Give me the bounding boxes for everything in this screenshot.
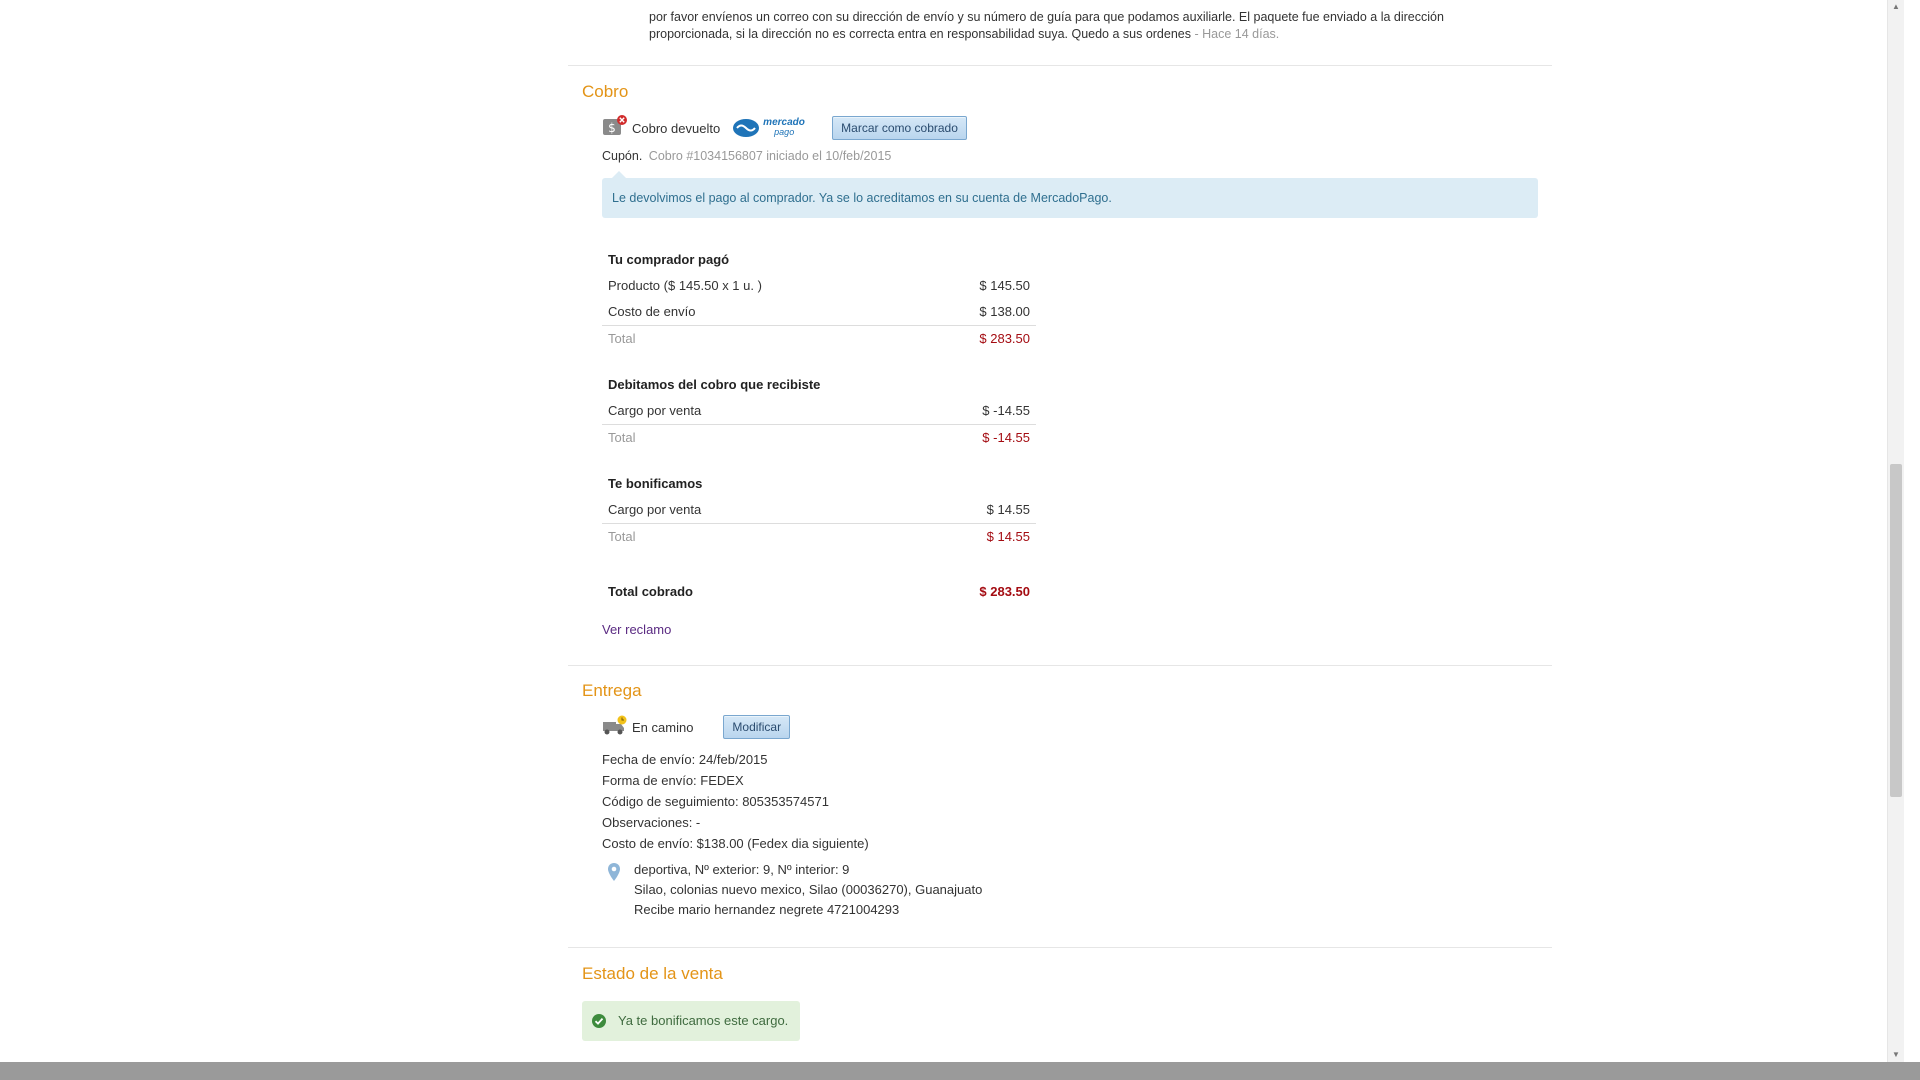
- cobro-section-title: Cobro: [582, 82, 629, 101]
- check-circle-icon: [592, 1014, 606, 1028]
- scroll-down-arrow-icon[interactable]: ▼: [1892, 1050, 1900, 1059]
- bottom-bar: [0, 1062, 1920, 1080]
- delivery-status-label: En camino: [632, 719, 694, 735]
- table-row: Cargo por venta $ -14.55: [602, 398, 1036, 424]
- modify-delivery-button[interactable]: Modificar: [723, 715, 791, 739]
- table-total-row: Total $ 283.50: [602, 325, 1036, 352]
- table-row: Costo de envío $ 138.00: [602, 299, 1036, 325]
- debited-table: Debitamos del cobro que recibiste Cargo …: [602, 372, 1036, 451]
- shipping-method: Forma de envío: FEDEX: [602, 773, 744, 788]
- location-pin-icon: [607, 862, 621, 885]
- comment-line-2: proporcionada, si la dirección no es cor…: [649, 27, 1280, 41]
- comment-line-cut: [649, 0, 1509, 9]
- success-message: Ya te bonificamos este cargo.: [618, 1013, 789, 1028]
- address-line-3: Recibe mario hernandez negrete 472100429…: [634, 902, 900, 917]
- row-label: Cargo por venta: [608, 403, 702, 418]
- page-viewport: por favor envíenos un correo con su dire…: [0, 0, 1904, 1062]
- comment-line-1: por favor envíenos un correo con su dire…: [649, 10, 1444, 24]
- total-amount: $ 14.55: [986, 529, 1030, 544]
- bonus-success-alert: Ya te bonificamos este cargo.: [582, 1001, 800, 1041]
- seller-comment: por favor envíenos un correo con su dire…: [649, 0, 1509, 43]
- table-row: Producto ($ 145.50 x 1 u. ) $ 145.50: [602, 273, 1036, 299]
- refund-info-alert: Le devolvimos el pago al comprador. Ya s…: [602, 171, 1538, 218]
- coupon-text: Cobro #1034156807 iniciado el 10/feb/201…: [648, 149, 892, 163]
- section-divider: [568, 947, 1552, 948]
- observations: Observaciones: -: [602, 815, 701, 830]
- coupon-label: Cupón.: [602, 149, 643, 163]
- bonus-table: Te bonificamos Cargo por venta $ 14.55 T…: [602, 471, 1036, 550]
- row-label: Costo de envío: [608, 304, 696, 319]
- shipping-date: Fecha de envío: 24/feb/2015: [602, 752, 768, 767]
- grand-total-label: Total cobrado: [608, 584, 693, 599]
- bonus-heading: Te bonificamos: [608, 476, 703, 491]
- entrega-section-title: Entrega: [582, 681, 642, 700]
- truck-icon: [602, 715, 628, 740]
- cobro-status-label: Cobro devuelto: [632, 120, 721, 136]
- section-divider: [568, 665, 1552, 666]
- total-label: Total: [608, 430, 636, 445]
- total-amount: $ -14.55: [982, 430, 1030, 445]
- buyer-paid-heading: Tu comprador pagó: [608, 252, 730, 267]
- cobro-status-row: $ Cobro devuelto mercado pago Marcar com…: [602, 114, 967, 142]
- mercadopago-logo-text-2: pago: [774, 127, 795, 137]
- tracking-code: Código de seguimiento: 805353574571: [602, 794, 829, 809]
- shipping-cost: Costo de envío: $138.00 (Fedex dia sigui…: [602, 836, 869, 851]
- scrollbar-thumb[interactable]: [1890, 464, 1902, 797]
- row-amount: $ -14.55: [982, 403, 1030, 418]
- address-line-2: Silao, colonias nuevo mexico, Silao (000…: [634, 882, 983, 897]
- delivery-status-row: En camino Modificar: [602, 714, 791, 740]
- row-amount: $ 138.00: [979, 304, 1030, 319]
- section-divider: [568, 65, 1552, 66]
- scroll-up-arrow-icon[interactable]: ▲: [1892, 2, 1900, 11]
- address-line-1: deportiva, Nº exterior: 9, Nº interior: …: [634, 862, 850, 877]
- debited-heading: Debitamos del cobro que recibiste: [608, 377, 821, 392]
- total-amount: $ 283.50: [979, 331, 1030, 346]
- view-claim-link[interactable]: Ver reclamo: [602, 622, 671, 637]
- table-total-row: Total $ 14.55: [602, 523, 1036, 550]
- vertical-scrollbar[interactable]: ▲ ▼: [1887, 0, 1904, 1062]
- row-label: Producto ($ 145.50 x 1 u. ): [608, 278, 762, 293]
- table-row: Cargo por venta $ 14.55: [602, 497, 1036, 523]
- mercadopago-logo-icon: mercado pago: [732, 117, 808, 139]
- row-amount: $ 14.55: [986, 502, 1030, 517]
- row-label: Cargo por venta: [608, 502, 702, 517]
- buyer-paid-table: Tu comprador pagó Producto ($ 145.50 x 1…: [602, 247, 1036, 352]
- row-amount: $ 145.50: [979, 278, 1030, 293]
- table-total-row: Total $ -14.55: [602, 424, 1036, 451]
- svg-text:$: $: [608, 121, 616, 135]
- mark-as-charged-button[interactable]: Marcar como cobrado: [832, 116, 967, 140]
- payment-returned-icon: $: [602, 114, 628, 142]
- total-label: Total: [608, 331, 636, 346]
- grand-total-amount: $ 283.50: [979, 584, 1030, 599]
- total-label: Total: [608, 529, 636, 544]
- estado-section-title: Estado de la venta: [582, 964, 723, 983]
- coupon-row: Cupón. Cobro #1034156807 iniciado el 10/…: [602, 149, 891, 163]
- comment-time-ago: - Hace 14 días.: [1191, 27, 1280, 41]
- grand-total-row: Total cobrado $ 283.50: [602, 584, 1036, 599]
